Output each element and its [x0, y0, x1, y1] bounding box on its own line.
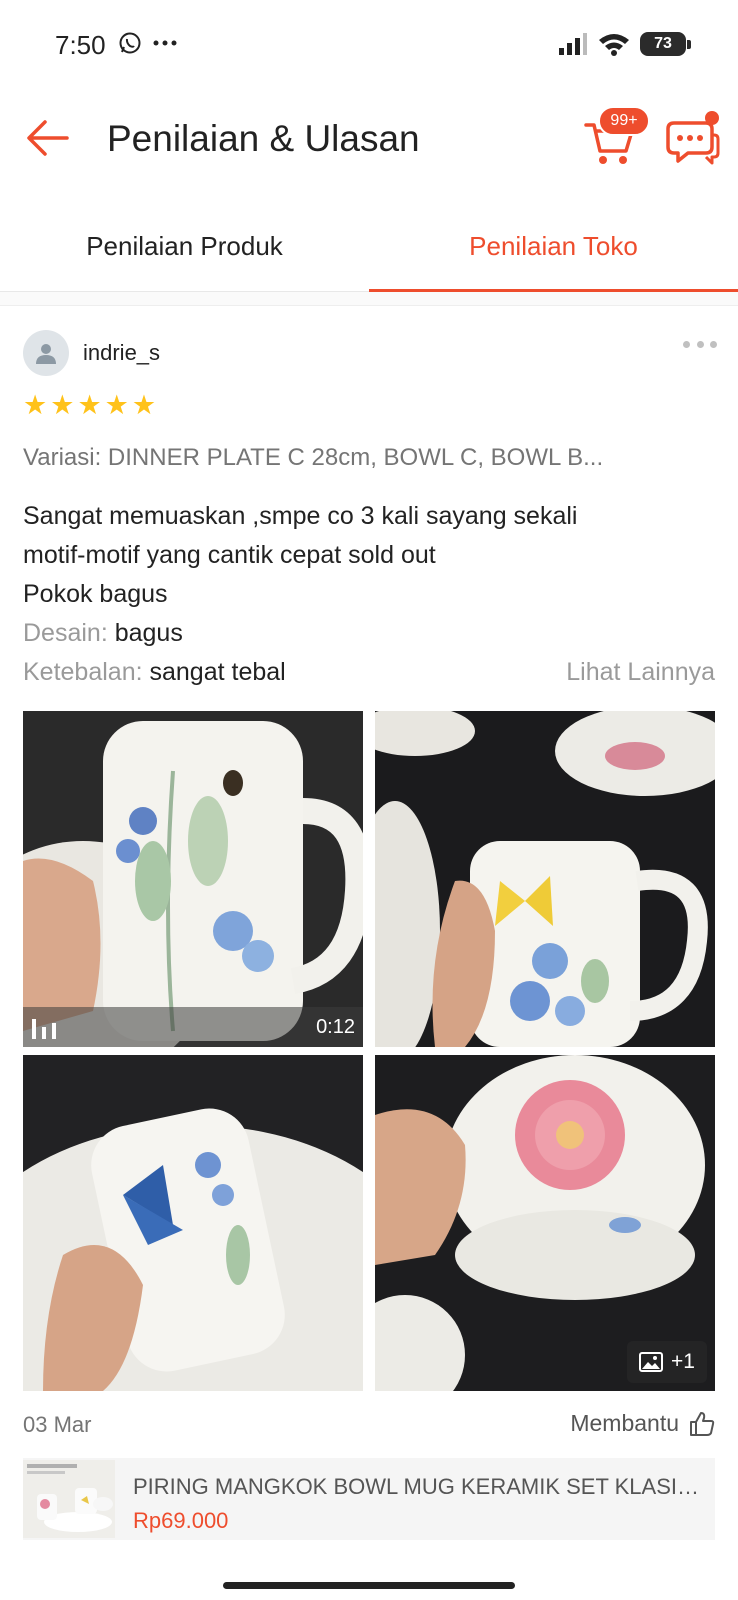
cart-badge: 99+	[598, 106, 650, 136]
product-price: Rp69.000	[133, 1508, 229, 1533]
see-more-link[interactable]: Lihat Lainnya	[566, 658, 715, 687]
star-icon: ★	[23, 390, 48, 420]
review-line: motif-motif yang cantik cepat sold out	[23, 541, 436, 569]
star-icon: ★	[50, 390, 75, 420]
review-line: Pokok bagus	[23, 580, 168, 608]
more-photos-count: +1	[671, 1350, 695, 1373]
attribute-thickness: Ketebalan: sangat tebal	[23, 658, 286, 687]
tab-product-rating[interactable]: Penilaian Produk	[0, 200, 369, 292]
reviewer-username[interactable]: indrie_s	[83, 340, 160, 366]
status-notification-icons	[118, 31, 178, 55]
attribute-label: Desain:	[23, 619, 108, 647]
status-time: 7:50	[55, 30, 106, 60]
product-image	[23, 1460, 115, 1538]
helpful-button[interactable]: Membantu	[570, 1410, 715, 1437]
star-icon: ★	[77, 390, 102, 420]
review-body: Sangat memuaskan ,smpe co 3 kali sayang …	[23, 497, 713, 614]
product-thumbnail	[23, 1460, 115, 1538]
attribute-label: Ketebalan:	[23, 658, 143, 686]
attribute-value: sangat tebal	[149, 658, 286, 686]
star-icon: ★	[104, 390, 129, 420]
review-photo-thumbnail[interactable]: +1	[375, 1055, 715, 1391]
more-dot-icon	[696, 340, 704, 348]
review-video-thumbnail[interactable]: 0:12	[23, 711, 363, 1047]
attribute-value: bagus	[114, 619, 183, 647]
review-photo-thumbnail[interactable]	[23, 1055, 363, 1391]
mug-photo	[23, 711, 363, 1047]
status-system-icons: 73	[558, 32, 691, 56]
back-button[interactable]	[22, 113, 72, 163]
review-footer: 03 Mar Membantu	[23, 1406, 715, 1446]
image-icon	[639, 1352, 664, 1372]
review-media-grid: 0:12 +1	[23, 711, 715, 1391]
mug-blue-butterfly-photo	[23, 1055, 363, 1391]
chat-notification-dot	[705, 111, 719, 125]
product-card[interactable]: PIRING MANGKOK BOWL MUG KERAMIK SET KLAS…	[23, 1458, 715, 1540]
review-line: Sangat memuaskan ,smpe co 3 kali sayang …	[23, 502, 578, 530]
review-photo-thumbnail[interactable]	[375, 711, 715, 1047]
rating-tabs: Penilaian Produk Penilaian Toko	[0, 200, 738, 293]
avatar[interactable]	[23, 330, 69, 376]
wifi-icon	[599, 34, 629, 56]
battery-indicator: 73	[640, 32, 691, 56]
more-dot-icon	[710, 340, 717, 348]
signal-icon	[559, 33, 587, 55]
section-divider	[0, 292, 738, 306]
user-icon	[36, 344, 56, 364]
video-duration: 0:12	[316, 1016, 355, 1038]
helpful-label: Membantu	[570, 1410, 679, 1436]
home-indicator[interactable]	[223, 1582, 515, 1589]
video-overlay-bar	[23, 1007, 363, 1047]
tab-shop-rating[interactable]: Penilaian Toko	[369, 200, 738, 293]
thumbs-up-icon	[690, 1411, 715, 1436]
review-date: 03 Mar	[23, 1412, 92, 1437]
page-title: Penilaian & Ulasan	[107, 118, 420, 159]
attribute-design: Desain: bagus	[23, 619, 183, 648]
status-bar: 7:50 73	[0, 0, 738, 90]
video-icon	[32, 1019, 56, 1039]
mug-butterfly-photo	[375, 711, 715, 1047]
arrow-left-icon	[27, 120, 69, 156]
reviewer-row: indrie_s	[23, 330, 160, 376]
more-options-button[interactable]	[683, 334, 717, 354]
app-bar: Penilaian & Ulasan 99+	[0, 95, 738, 185]
star-rating: ★ ★ ★ ★ ★	[23, 392, 156, 419]
more-dots-icon	[153, 40, 177, 46]
more-photos-badge[interactable]: +1	[627, 1341, 707, 1383]
star-icon: ★	[131, 390, 157, 420]
whatsapp-icon	[119, 32, 141, 54]
variation-text: Variasi: DINNER PLATE C 28cm, BOWL C, BO…	[23, 444, 604, 471]
product-name: PIRING MANGKOK BOWL MUG KERAMIK SET KLAS…	[133, 1474, 699, 1499]
more-dot-icon	[683, 340, 690, 348]
